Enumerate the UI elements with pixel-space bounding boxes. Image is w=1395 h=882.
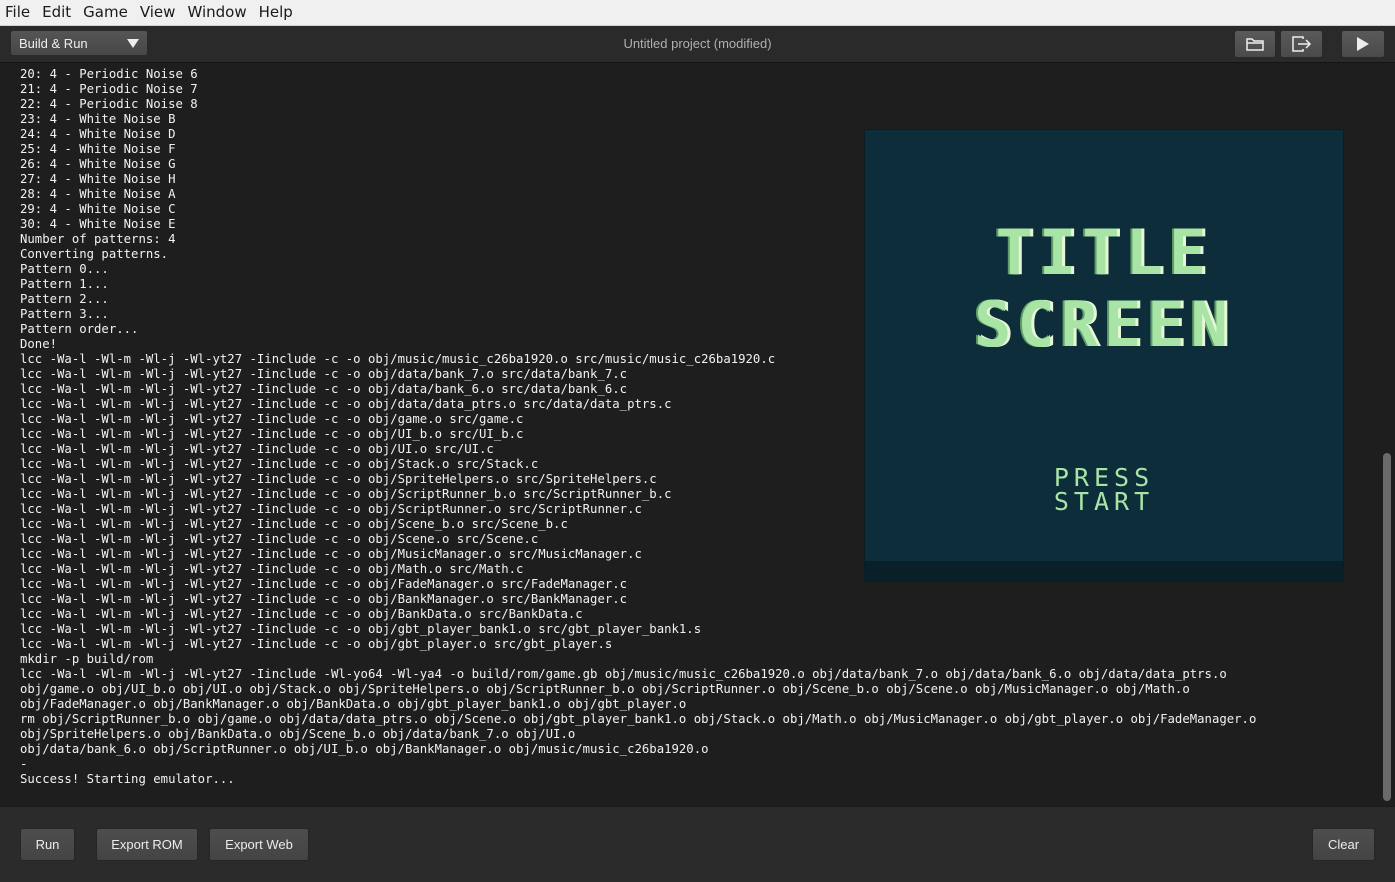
console-line: obj/SpriteHelpers.o obj/BankData.o obj/S… — [20, 727, 576, 741]
emulator-bottom-strip — [865, 561, 1343, 581]
menu-file[interactable]: File — [0, 0, 36, 25]
export-button[interactable] — [1280, 30, 1323, 58]
console-scrollbar[interactable] — [1380, 63, 1395, 805]
console-line: 21: 4 - Periodic Noise 7 — [20, 82, 198, 96]
play-button[interactable] — [1341, 30, 1385, 58]
console-line: lcc -Wa-l -Wl-m -Wl-j -Wl-yt27 -Iinclude… — [20, 607, 583, 621]
menu-help[interactable]: Help — [253, 0, 299, 25]
export-icon — [1291, 36, 1311, 52]
console-line: obj/FadeManager.o obj/BankManager.o obj/… — [20, 697, 687, 711]
clear-button[interactable]: Clear — [1312, 828, 1375, 861]
console-line: lcc -Wa-l -Wl-m -Wl-j -Wl-yt27 -Iinclude… — [20, 667, 1227, 681]
console-line: lcc -Wa-l -Wl-m -Wl-j -Wl-yt27 -Iinclude… — [20, 592, 628, 606]
press-start-line2: START — [1053, 487, 1155, 516]
game-title-line2: SCREEN — [974, 288, 1234, 361]
menu-window[interactable]: Window — [181, 0, 252, 25]
menu-view[interactable]: View — [134, 0, 182, 25]
emulator-screen[interactable]: TITLE SCREEN PRESS START — [864, 129, 1344, 582]
folder-open-icon — [1246, 38, 1264, 51]
export-web-button[interactable]: Export Web — [209, 828, 309, 861]
menu-edit[interactable]: Edit — [36, 0, 77, 25]
console-line: lcc -Wa-l -Wl-m -Wl-j -Wl-yt27 -Iinclude… — [20, 637, 613, 651]
run-button[interactable]: Run — [20, 828, 75, 861]
footer-bar: Run Export ROM Export Web Clear — [0, 806, 1395, 882]
menu-bar: File Edit Game View Window Help — [0, 0, 1395, 26]
open-folder-button[interactable] — [1234, 30, 1276, 58]
console-line: - — [20, 757, 28, 771]
console-line: 23: 4 - White Noise B — [20, 112, 176, 126]
toolbar: Build & Run Untitled project (modified) — [0, 26, 1395, 63]
console-line: mkdir -p build/rom — [20, 652, 154, 666]
console-line: lcc -Wa-l -Wl-m -Wl-j -Wl-yt27 -Iinclude… — [20, 622, 702, 636]
console-line: obj/game.o obj/UI_b.o obj/UI.o obj/Stack… — [20, 682, 1190, 696]
project-title: Untitled project (modified) — [623, 36, 772, 51]
console-line: Success! Starting emulator... — [20, 772, 235, 786]
export-rom-button[interactable]: Export ROM — [96, 828, 198, 861]
scrollbar-thumb[interactable] — [1383, 453, 1391, 801]
console-line: 22: 4 - Periodic Noise 8 — [20, 97, 198, 111]
console-line: 20: 4 - Periodic Noise 6 — [20, 67, 198, 81]
game-title-line1: TITLE — [995, 216, 1213, 289]
console-line: obj/data/bank_6.o obj/ScriptRunner.o obj… — [20, 742, 709, 756]
menu-game[interactable]: Game — [77, 0, 134, 25]
console-line: rm obj/ScriptRunner_b.o obj/game.o obj/d… — [20, 712, 1257, 726]
play-icon — [1357, 37, 1369, 51]
